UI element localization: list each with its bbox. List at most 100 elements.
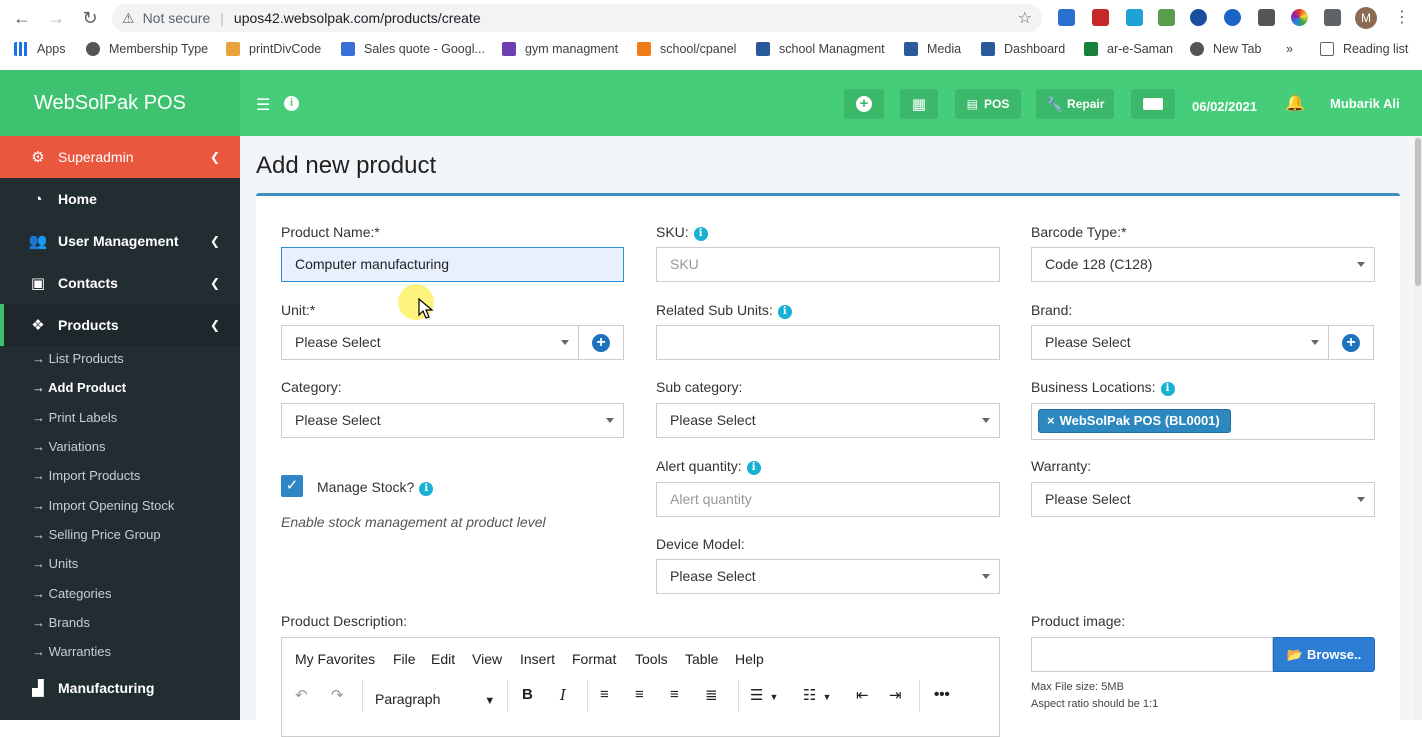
indent-icon[interactable]: ⇥ (889, 686, 902, 704)
bullet-list-icon[interactable]: ☰ ▼ (750, 686, 778, 704)
extension-icon[interactable] (1258, 9, 1275, 26)
unit-select[interactable]: Please Select (281, 325, 579, 360)
italic-icon[interactable]: I (560, 686, 566, 704)
app-brand[interactable]: WebSolPak POS (0, 70, 240, 136)
add-unit-button[interactable]: + (579, 325, 624, 360)
sidebar-subitem-brands[interactable]: → Brands (32, 615, 90, 630)
sidebar-item-user-management[interactable]: 👥 User Management ❮ (0, 220, 240, 262)
menu-view[interactable]: View (472, 651, 502, 667)
product-name-input[interactable]: Computer manufacturing (281, 247, 624, 282)
hamburger-menu-icon[interactable]: ☰ (256, 95, 270, 115)
menu-edit[interactable]: Edit (431, 651, 455, 667)
manage-stock-checkbox[interactable]: ✓ (281, 475, 303, 497)
sku-input[interactable]: SKU (656, 247, 1000, 282)
page-scrollbar[interactable] (1414, 136, 1422, 720)
sidebar-item-products[interactable]: ❖ Products ❮ (0, 304, 240, 346)
sidebar-subitem-list-products[interactable]: → List Products (32, 351, 124, 366)
bold-icon[interactable]: B (522, 686, 533, 703)
sidebar-item-contacts[interactable]: ▣ Contacts ❮ (0, 262, 240, 304)
bookmark-star-icon[interactable]: ☆ (1018, 8, 1032, 28)
reload-icon[interactable]: ↻ (80, 8, 100, 28)
outdent-icon[interactable]: ⇤ (856, 686, 869, 704)
reading-list[interactable]: Reading list (1320, 42, 1408, 56)
scrollbar-thumb[interactable] (1415, 138, 1421, 286)
bookmark-item[interactable]: Sales quote - Googl... (341, 42, 485, 56)
sidebar-subitem-selling-price-group[interactable]: → Selling Price Group (32, 527, 161, 542)
browse-button[interactable]: 📂 Browse.. (1273, 637, 1375, 672)
info-circle-icon[interactable]: i (284, 96, 299, 111)
repair-button[interactable]: 🔧 Repair (1036, 89, 1114, 119)
sidebar-subitem-units[interactable]: → Units (32, 556, 78, 571)
info-icon[interactable]: i (419, 482, 434, 496)
bookmark-item[interactable]: printDivCode (226, 42, 321, 56)
calculator-button[interactable]: ▦ (900, 89, 938, 119)
sidebar-subitem-warranties[interactable]: → Warranties (32, 644, 111, 659)
extension-icon[interactable] (1092, 9, 1109, 26)
add-button[interactable]: + (844, 89, 884, 119)
barcode-type-select[interactable]: Code 128 (C128) (1031, 247, 1375, 282)
info-icon[interactable]: i (746, 461, 761, 475)
sidebar-subitem-variations[interactable]: → Variations (32, 439, 105, 454)
bookmark-item[interactable]: ar-e-Saman (1084, 42, 1173, 56)
bookmark-item[interactable]: Membership Type (86, 42, 208, 56)
bookmarks-overflow-chevron-icon[interactable]: » (1286, 42, 1293, 56)
menu-kebab-icon[interactable]: ⋮ (1394, 7, 1410, 27)
description-editor[interactable]: My Favorites File Edit View Insert Forma… (281, 637, 1000, 737)
forward-arrow-icon[interactable]: → (46, 8, 66, 28)
sidebar-item-manufacturing[interactable]: ▟ Manufacturing (0, 667, 240, 709)
extension-icon[interactable] (1224, 9, 1241, 26)
align-center-icon[interactable]: ≡ (635, 686, 644, 703)
user-menu[interactable]: Mubarik Ali (1330, 96, 1400, 111)
puzzle-icon[interactable] (1324, 9, 1341, 26)
undo-icon[interactable]: ↶ (295, 686, 308, 704)
brand-select[interactable]: Please Select (1031, 325, 1329, 360)
menu-file[interactable]: File (393, 651, 416, 667)
warranty-select[interactable]: Please Select (1031, 482, 1375, 517)
category-select[interactable]: Please Select (281, 403, 624, 438)
sidebar-subitem-print-labels[interactable]: → Print Labels (32, 410, 117, 425)
justify-icon[interactable]: ≣ (705, 686, 718, 704)
location-tag[interactable]: × WebSolPak POS (BL0001) (1038, 409, 1231, 433)
info-icon[interactable]: i (777, 305, 792, 319)
sub-category-select[interactable]: Please Select (656, 403, 1000, 438)
bookmark-item[interactable]: gym managment (502, 42, 618, 56)
sidebar-subitem-add-product[interactable]: → Add Product (32, 380, 126, 395)
info-icon[interactable]: i (693, 227, 708, 241)
device-model-select[interactable]: Please Select (656, 559, 1000, 594)
menu-table[interactable]: Table (685, 651, 718, 667)
menu-format[interactable]: Format (572, 651, 616, 667)
sidebar-item-home[interactable]: ◔ Home (0, 178, 240, 220)
sidebar-subitem-import-products[interactable]: → Import Products (32, 468, 140, 483)
extension-icon[interactable] (1126, 9, 1143, 26)
extension-icon[interactable] (1291, 9, 1308, 26)
bookmark-item[interactable]: school Managment (756, 42, 885, 56)
bookmark-apps[interactable]: Apps (14, 42, 66, 56)
sidebar-item-superadmin[interactable]: ⚙ Superadmin ❮ (0, 136, 240, 178)
info-icon[interactable]: i (1160, 382, 1175, 396)
align-right-icon[interactable]: ≡ (670, 686, 679, 703)
block-format-select[interactable]: Paragraph ▼ (375, 691, 495, 707)
align-left-icon[interactable]: ≡ (600, 686, 609, 703)
product-image-input[interactable] (1031, 637, 1273, 672)
menu-help[interactable]: Help (735, 651, 764, 667)
more-icon[interactable]: ••• (934, 686, 950, 703)
add-brand-button[interactable]: + (1329, 325, 1374, 360)
related-sub-units-input[interactable] (656, 325, 1000, 360)
tag-remove-icon[interactable]: × (1047, 413, 1055, 428)
profile-avatar[interactable]: M (1355, 7, 1377, 29)
extension-icon[interactable] (1158, 9, 1175, 26)
bell-icon[interactable]: 🔔 (1285, 93, 1305, 113)
numbered-list-icon[interactable]: ☷ ▼ (803, 686, 831, 704)
pos-button[interactable]: ▤ POS (955, 89, 1021, 119)
sidebar-subitem-categories[interactable]: → Categories (32, 586, 112, 601)
bookmark-item[interactable]: school/cpanel (637, 42, 736, 56)
sidebar-subitem-import-opening-stock[interactable]: → Import Opening Stock (32, 498, 174, 513)
menu-insert[interactable]: Insert (520, 651, 555, 667)
bookmark-item[interactable]: Media (904, 42, 961, 56)
menu-my-favorites[interactable]: My Favorites (295, 651, 375, 667)
extension-icon[interactable] (1190, 9, 1207, 26)
address-bar[interactable]: ⚠ Not secure | upos42.websolpak.com/prod… (112, 4, 1042, 32)
redo-icon[interactable]: ↷ (331, 686, 344, 704)
cash-button[interactable] (1131, 89, 1175, 119)
extension-icon[interactable] (1058, 9, 1075, 26)
